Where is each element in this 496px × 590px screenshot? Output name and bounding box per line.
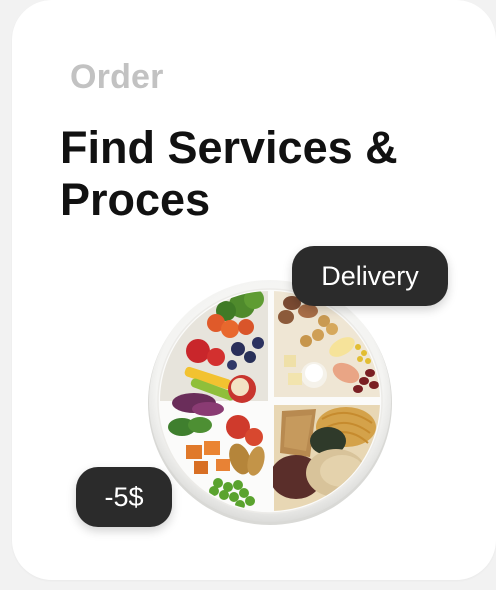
discount-badge-label: -5$	[104, 481, 144, 512]
card-title: Find Services & Proces	[60, 122, 398, 225]
card-eyebrow: Order	[70, 58, 164, 96]
food-plate-image	[146, 277, 394, 525]
delivery-badge[interactable]: Delivery	[292, 246, 448, 306]
delivery-badge-label: Delivery	[321, 260, 419, 291]
plate-illustration	[148, 280, 392, 525]
discount-badge[interactable]: -5$	[76, 467, 172, 527]
